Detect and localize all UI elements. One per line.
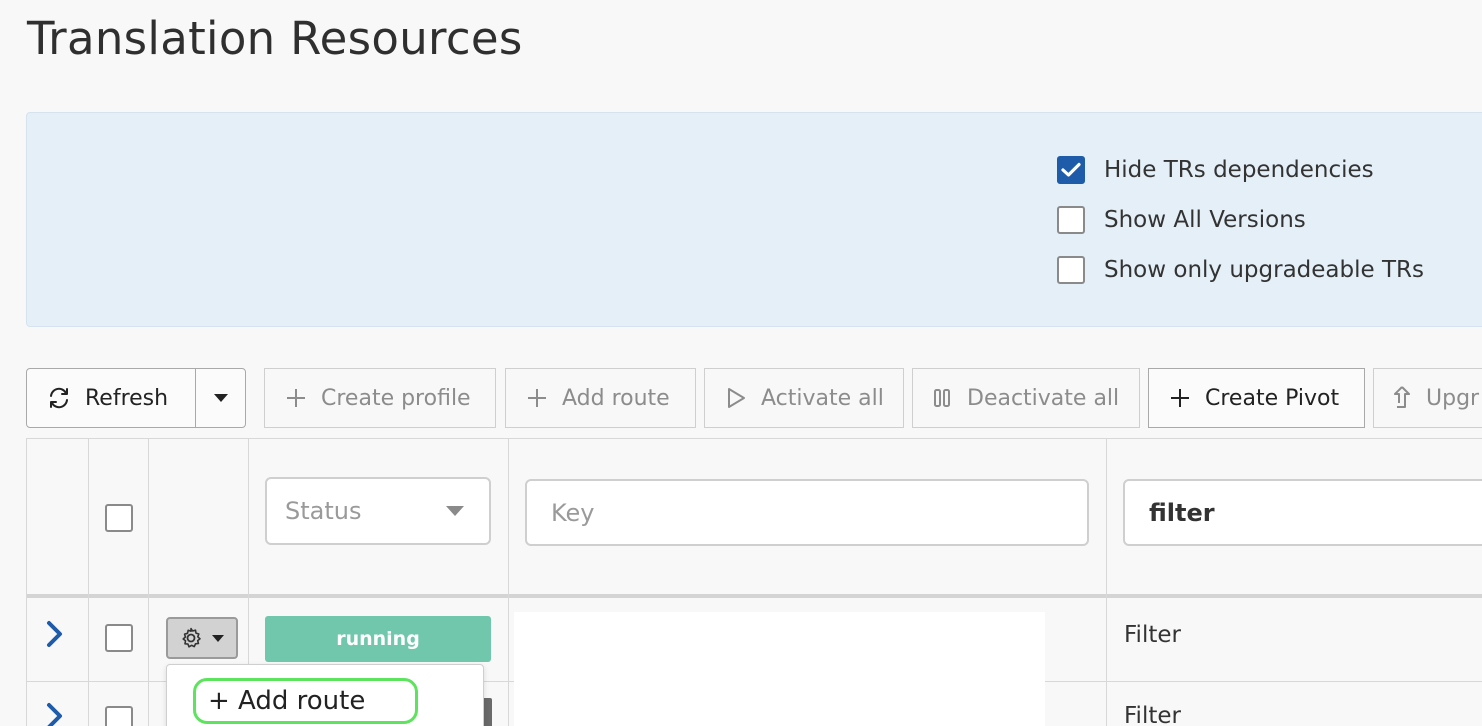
column-divider — [26, 438, 27, 726]
upgrade-label: Upgr — [1426, 385, 1480, 411]
row-checkbox[interactable] — [105, 706, 133, 726]
caret-down-icon — [213, 394, 228, 402]
deactivate-all-button[interactable]: Deactivate all — [912, 368, 1140, 428]
key-filter-placeholder: Key — [551, 498, 595, 527]
upgrade-arrow-icon — [1394, 386, 1410, 408]
show-upgradeable-option[interactable]: Show only upgradeable TRs — [1057, 255, 1424, 285]
caret-down-icon — [446, 506, 464, 516]
gear-icon — [182, 627, 201, 648]
hide-dependencies-label: Hide TRs dependencies — [1104, 157, 1374, 183]
refresh-icon — [50, 387, 68, 409]
plus-icon — [528, 389, 546, 407]
plus-icon — [1171, 389, 1189, 407]
row-key-cell — [514, 612, 1045, 726]
options-panel: Hide TRs dependencies Show All Versions … — [26, 112, 1482, 327]
column-divider — [508, 438, 509, 726]
pause-icon — [934, 389, 950, 407]
row-actions-button[interactable] — [166, 617, 238, 659]
add-route-label: Add route — [562, 385, 670, 411]
row-type-cell: Filter — [1124, 703, 1181, 726]
show-upgradeable-label: Show only upgradeable TRs — [1104, 257, 1424, 283]
deactivate-all-label: Deactivate all — [967, 385, 1120, 411]
status-filter-select[interactable]: Status — [265, 477, 491, 545]
table-top-border — [26, 438, 1482, 439]
show-upgradeable-checkbox[interactable] — [1057, 256, 1085, 284]
refresh-label: Refresh — [85, 385, 169, 411]
create-pivot-button[interactable]: Create Pivot — [1148, 368, 1365, 428]
column-divider — [148, 438, 149, 726]
row-actions-menu: + Add route — [166, 664, 484, 726]
status-filter-placeholder: Status — [285, 497, 362, 525]
refresh-dropdown-button[interactable] — [195, 368, 246, 428]
table-header-divider — [26, 594, 1482, 598]
check-icon — [1061, 162, 1081, 177]
select-all-checkbox[interactable] — [105, 504, 133, 532]
show-all-versions-checkbox[interactable] — [1057, 206, 1085, 234]
hide-dependencies-checkbox[interactable] — [1057, 156, 1085, 184]
upgrade-button[interactable]: Upgr — [1373, 368, 1482, 428]
row-checkbox[interactable] — [105, 624, 133, 652]
key-filter-input[interactable]: Key — [525, 479, 1089, 546]
caret-down-icon — [212, 634, 224, 642]
type-filter-value: filter — [1149, 498, 1215, 527]
plus-icon — [287, 389, 305, 407]
show-all-versions-option[interactable]: Show All Versions — [1057, 205, 1306, 235]
page-title: Translation Resources — [27, 12, 523, 65]
menu-item-add-route[interactable]: + Add route — [193, 678, 418, 724]
chevron-right-icon — [47, 703, 62, 726]
create-pivot-label: Create Pivot — [1205, 385, 1340, 411]
chevron-right-icon — [47, 621, 62, 647]
play-icon — [728, 388, 745, 408]
column-divider — [1106, 438, 1107, 726]
hide-dependencies-option[interactable]: Hide TRs dependencies — [1057, 155, 1374, 185]
activate-all-label: Activate all — [761, 385, 884, 411]
show-all-versions-label: Show All Versions — [1104, 207, 1306, 233]
column-divider — [88, 438, 89, 726]
activate-all-button[interactable]: Activate all — [704, 368, 904, 428]
create-profile-label: Create profile — [321, 385, 471, 411]
type-filter-input[interactable]: filter — [1123, 479, 1482, 546]
create-profile-button[interactable]: Create profile — [264, 368, 496, 428]
row-expand-button[interactable] — [45, 702, 65, 726]
add-route-button[interactable]: Add route — [505, 368, 696, 428]
row-type-cell: Filter — [1124, 622, 1181, 648]
status-badge: running — [265, 616, 491, 662]
row-expand-button[interactable] — [45, 620, 65, 656]
refresh-button[interactable]: Refresh — [26, 368, 196, 428]
